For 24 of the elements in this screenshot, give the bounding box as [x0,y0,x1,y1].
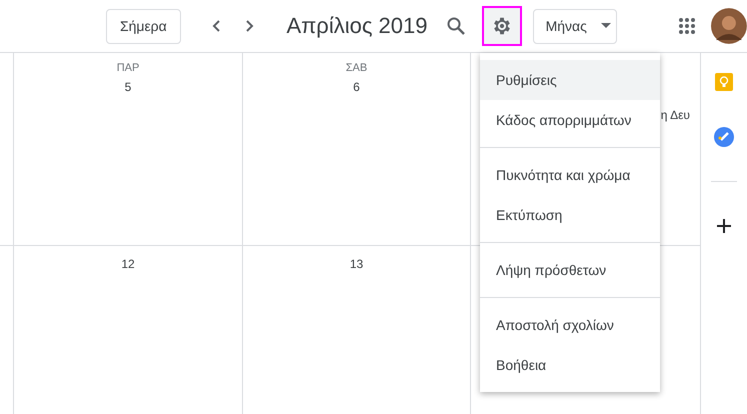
date-number[interactable]: 5 [124,80,132,94]
menu-item[interactable]: Πυκνότητα και χρώμα [480,155,660,195]
date-number[interactable]: 13 [350,257,364,271]
today-button[interactable]: Σήμερα [106,8,181,44]
weekday-label: ΠΑΡ [116,62,140,74]
search-icon [446,16,466,36]
menu-item[interactable]: Βοήθεια [480,345,660,385]
pencil-icon[interactable] [714,127,734,147]
settings-button[interactable] [482,6,522,46]
caret-icon [600,23,611,29]
avatar[interactable] [711,8,747,44]
menu-item[interactable]: Αποστολή σχολίων [480,305,660,345]
month-title: Απρίλιος 2019 [286,13,428,39]
date-number[interactable]: 6 [353,80,360,94]
menu-item[interactable]: Εκτύπωση [480,195,660,235]
weekday-label: ΣΑΒ [346,62,368,74]
menu-item[interactable]: Κάδος απορριμμάτων [480,100,660,140]
menu-item[interactable]: Λήψη πρόσθετων [480,250,660,290]
menu-item[interactable]: Ρυθμίσεις [480,60,660,100]
date-number[interactable]: 12 [121,257,135,271]
plus-icon[interactable] [717,219,731,233]
view-dropdown[interactable]: Μήνας [532,8,618,44]
event-text[interactable]: η Δευ [660,108,690,122]
grid-icon [678,17,696,35]
